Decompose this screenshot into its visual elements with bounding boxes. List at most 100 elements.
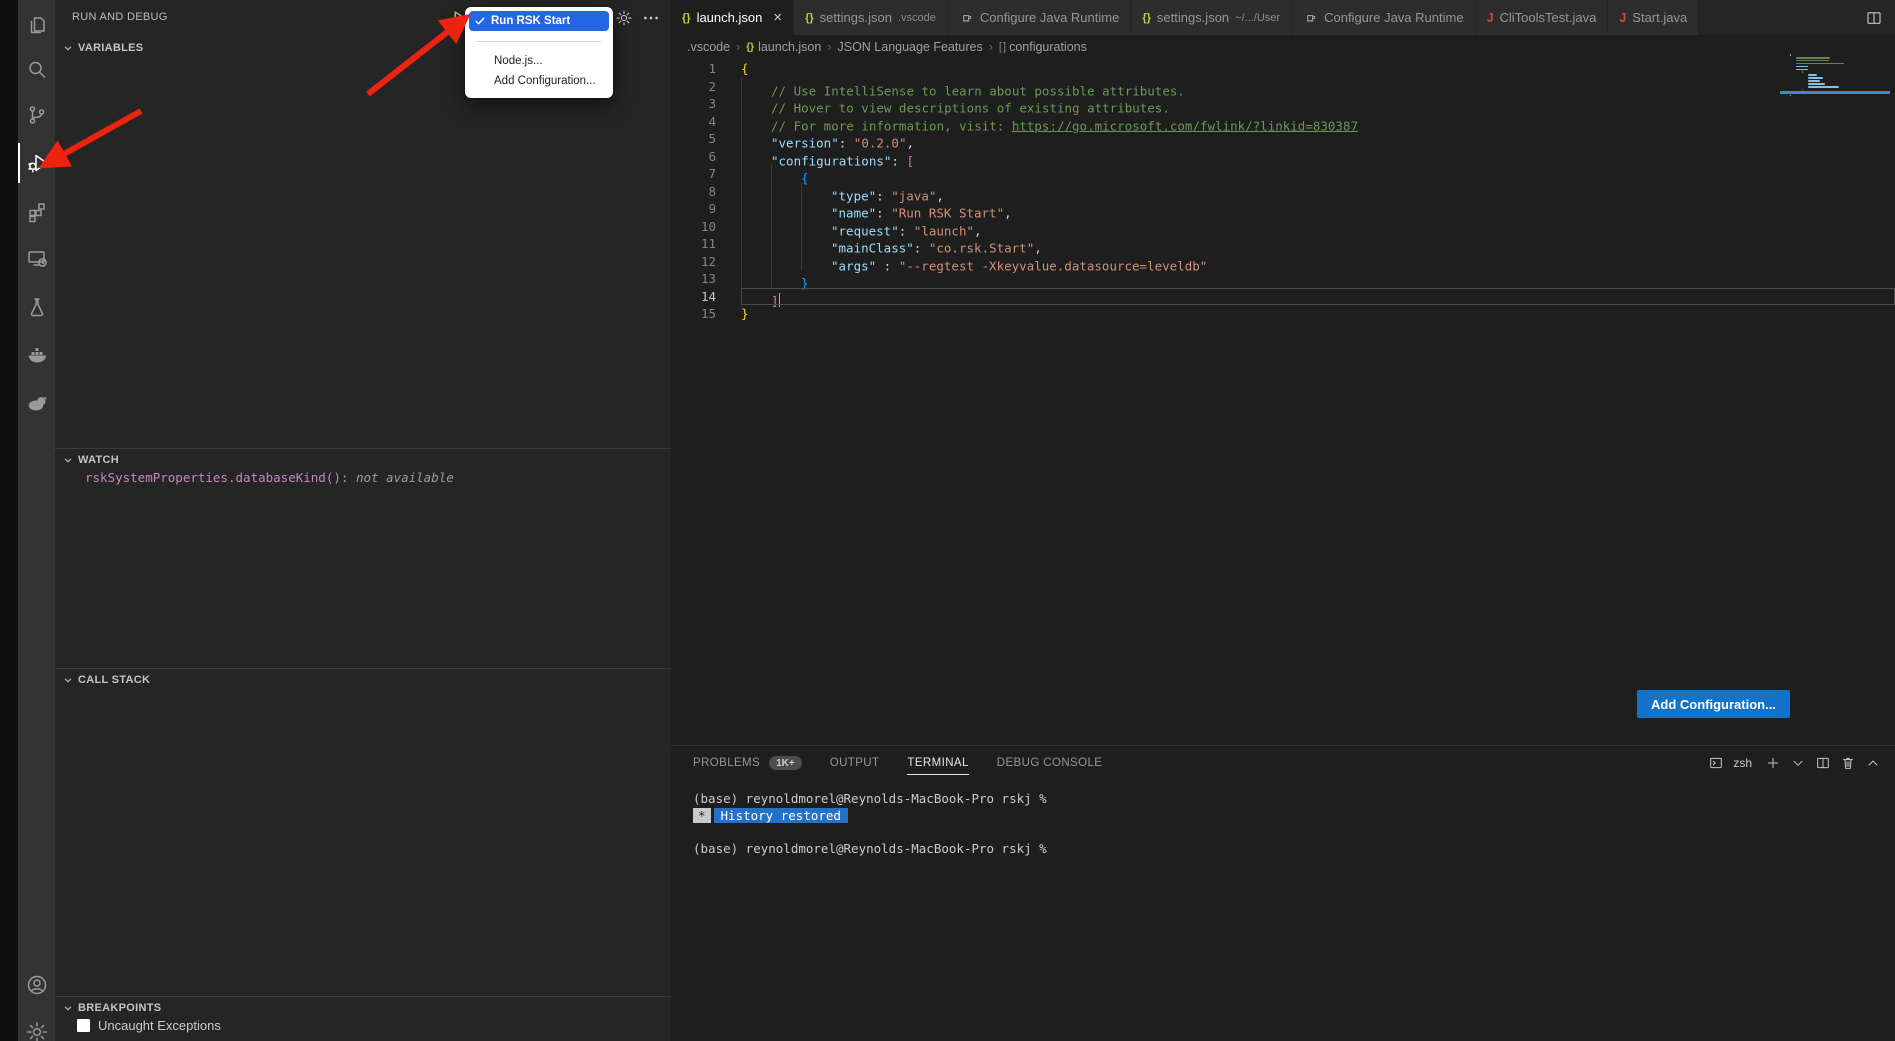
code-line-10[interactable]: 10"request": "launch", bbox=[671, 218, 1895, 236]
code-line-7[interactable]: 7{ bbox=[671, 165, 1895, 183]
call-stack-section-header[interactable]: CALL STACK bbox=[55, 668, 671, 690]
activity-docker-icon[interactable] bbox=[18, 335, 55, 375]
line-number[interactable]: 4 bbox=[671, 113, 741, 131]
code-line-8[interactable]: 8"type": "java", bbox=[671, 183, 1895, 201]
line-number[interactable]: 13 bbox=[671, 270, 741, 288]
breadcrumb-label: configurations bbox=[1009, 40, 1087, 54]
line-number[interactable]: 2 bbox=[671, 78, 741, 96]
code-line-content: } bbox=[741, 270, 809, 288]
indent-guide bbox=[771, 165, 801, 183]
tab-configure-java-runtime[interactable]: Configure Java Runtime bbox=[1292, 0, 1475, 35]
activity-gradle-icon[interactable] bbox=[18, 383, 55, 423]
split-editor-icon[interactable] bbox=[1865, 0, 1895, 35]
minimap-line bbox=[1796, 57, 1830, 59]
panel-tab-label: PROBLEMS bbox=[693, 757, 760, 769]
activity-remote-explorer-icon[interactable] bbox=[18, 238, 55, 278]
tab-settings-json[interactable]: {}settings.json~/.../User bbox=[1131, 0, 1292, 35]
close-icon[interactable]: × bbox=[773, 10, 782, 25]
tab-configure-java-runtime[interactable]: Configure Java Runtime bbox=[948, 0, 1131, 35]
line-number[interactable]: 15 bbox=[671, 305, 741, 323]
vscode-window: RUN AND DEBUG VARIABLES WATCH rskSystemP… bbox=[0, 0, 1895, 1041]
code-editor[interactable]: 1{2// Use IntelliSense to learn about po… bbox=[671, 59, 1895, 323]
code-line-content: // Use IntelliSense to learn about possi… bbox=[741, 78, 1185, 96]
menu-separator bbox=[477, 41, 601, 42]
breadcrumb-item-launch-json[interactable]: {}launch.json bbox=[746, 40, 821, 54]
code-line-6[interactable]: 6"configurations": [ bbox=[671, 148, 1895, 166]
activity-accounts-icon[interactable] bbox=[18, 965, 55, 1005]
minimap[interactable] bbox=[1790, 54, 1890, 114]
line-number[interactable]: 6 bbox=[671, 148, 741, 166]
panel-tab-problems[interactable]: PROBLEMS1K+ bbox=[693, 746, 802, 780]
terminal-line: (base) reynoldmorel@Reynolds-MacBook-Pro… bbox=[693, 841, 1895, 858]
code-line-13[interactable]: 13} bbox=[671, 270, 1895, 288]
line-number[interactable]: 12 bbox=[671, 253, 741, 271]
code-line-4[interactable]: 4// For more information, visit: https:/… bbox=[671, 113, 1895, 131]
line-number[interactable]: 10 bbox=[671, 218, 741, 236]
watch-expression[interactable]: rskSystemProperties.databaseKind(): not … bbox=[85, 470, 454, 485]
code-line-content: "mainClass": "co.rsk.Start", bbox=[741, 235, 1042, 253]
panel-tab-output[interactable]: OUTPUT bbox=[830, 746, 880, 780]
code-line-2[interactable]: 2// Use IntelliSense to learn about poss… bbox=[671, 78, 1895, 96]
terminal-shell-icon[interactable] bbox=[1708, 755, 1724, 771]
code-line-15[interactable]: 15} bbox=[671, 305, 1895, 323]
tab-launch-json[interactable]: {}launch.json× bbox=[671, 0, 794, 35]
launch-profile-chevron-icon[interactable] bbox=[1790, 755, 1806, 771]
menu-item-add-configuration-[interactable]: Add Configuration... bbox=[469, 71, 609, 91]
gear-icon[interactable] bbox=[615, 9, 633, 27]
maximize-panel-icon[interactable] bbox=[1865, 755, 1881, 771]
code-line-3[interactable]: 3// Hover to view descriptions of existi… bbox=[671, 95, 1895, 113]
indent-guide bbox=[801, 253, 831, 271]
activity-source-control-icon[interactable] bbox=[18, 95, 55, 135]
activity-testing-icon[interactable] bbox=[18, 287, 55, 327]
code-line-9[interactable]: 9"name": "Run RSK Start", bbox=[671, 200, 1895, 218]
line-number[interactable]: 14 bbox=[671, 288, 741, 306]
indent-guide bbox=[741, 113, 771, 131]
checkmark-icon bbox=[474, 15, 486, 27]
line-number[interactable]: 7 bbox=[671, 165, 741, 183]
breadcrumb-item--vscode[interactable]: .vscode bbox=[687, 40, 730, 54]
tab-start-java[interactable]: JStart.java bbox=[1608, 0, 1699, 35]
line-number[interactable]: 1 bbox=[671, 60, 741, 78]
editor-group: {}launch.json×{}settings.json.vscodeConf… bbox=[671, 0, 1895, 745]
new-terminal-icon[interactable] bbox=[1765, 755, 1781, 771]
line-number[interactable]: 11 bbox=[671, 235, 741, 253]
indent-guide bbox=[801, 218, 831, 236]
history-restored-star: * bbox=[693, 808, 711, 823]
java-file-icon: J bbox=[1619, 11, 1626, 25]
activity-search-icon[interactable] bbox=[18, 50, 55, 90]
panel-tab-terminal[interactable]: TERMINAL bbox=[907, 746, 968, 780]
menu-item-run-rsk-start[interactable]: Run RSK Start bbox=[469, 11, 609, 31]
code-line-12[interactable]: 12"args" : "--regtest -Xkeyvalue.datasou… bbox=[671, 253, 1895, 271]
code-line-1[interactable]: 1{ bbox=[671, 60, 1895, 78]
more-actions-icon[interactable] bbox=[642, 9, 660, 27]
activity-manage-icon[interactable] bbox=[18, 1012, 55, 1041]
run-and-debug-sidebar: RUN AND DEBUG VARIABLES WATCH rskSystemP… bbox=[55, 0, 671, 1041]
breadcrumb-item-json-language-features[interactable]: JSON Language Features bbox=[837, 40, 982, 54]
line-number[interactable]: 3 bbox=[671, 95, 741, 113]
add-configuration-button[interactable]: Add Configuration... bbox=[1637, 690, 1790, 718]
activity-run-and-debug-icon[interactable] bbox=[18, 143, 55, 183]
line-number[interactable]: 5 bbox=[671, 130, 741, 148]
tab-clitoolstest-java[interactable]: JCliToolsTest.java bbox=[1476, 0, 1609, 35]
tab-settings-json[interactable]: {}settings.json.vscode bbox=[794, 0, 948, 35]
terminal-output[interactable]: (base) reynoldmorel@Reynolds-MacBook-Pro… bbox=[671, 780, 1895, 857]
line-number[interactable]: 8 bbox=[671, 183, 741, 201]
checkbox[interactable] bbox=[77, 1019, 90, 1032]
breakpoints-section-header[interactable]: BREAKPOINTS bbox=[55, 996, 671, 1018]
activity-extensions-icon[interactable] bbox=[18, 192, 55, 232]
split-terminal-icon[interactable] bbox=[1815, 755, 1831, 771]
indent-guide bbox=[741, 95, 771, 113]
panel-tab-debug-console[interactable]: DEBUG CONSOLE bbox=[997, 746, 1103, 780]
line-number[interactable]: 9 bbox=[671, 200, 741, 218]
code-line-14[interactable]: 14] bbox=[671, 288, 1895, 306]
watch-section-header[interactable]: WATCH bbox=[55, 448, 671, 470]
code-line-11[interactable]: 11"mainClass": "co.rsk.Start", bbox=[671, 235, 1895, 253]
breakpoint-uncaught-exceptions[interactable]: Uncaught Exceptions bbox=[77, 1018, 221, 1033]
breadcrumb-item-configurations[interactable]: [ ]configurations bbox=[999, 40, 1087, 54]
code-line-5[interactable]: 5"version": "0.2.0", bbox=[671, 130, 1895, 148]
kill-terminal-icon[interactable] bbox=[1840, 755, 1856, 771]
activity-explorer-icon[interactable] bbox=[18, 5, 55, 45]
minimap-line bbox=[1796, 63, 1844, 65]
menu-item-label: Run RSK Start bbox=[491, 15, 570, 27]
menu-item-node-js-[interactable]: Node.js... bbox=[469, 51, 609, 71]
